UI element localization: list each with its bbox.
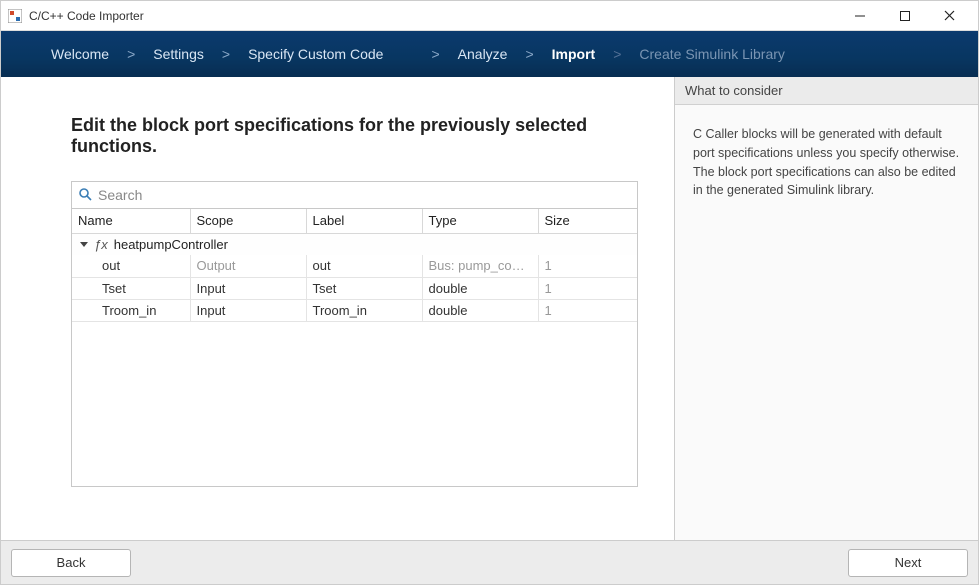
function-row[interactable]: ƒx heatpumpController bbox=[72, 233, 637, 255]
next-button[interactable]: Next bbox=[848, 549, 968, 577]
chevron-right-icon: > bbox=[431, 46, 439, 62]
search-icon bbox=[78, 187, 92, 204]
port-spec-table: Name Scope Label Type Size ƒx bbox=[71, 209, 638, 487]
table-row[interactable]: Troom_in Input Troom_in double 1 bbox=[72, 299, 637, 321]
main-area: Edit the block port specifications for t… bbox=[1, 77, 978, 540]
column-header-type[interactable]: Type bbox=[422, 209, 538, 233]
collapse-icon[interactable] bbox=[80, 242, 88, 247]
chevron-right-icon: > bbox=[127, 46, 135, 62]
content-pane: Edit the block port specifications for t… bbox=[1, 77, 674, 540]
search-input[interactable] bbox=[98, 187, 631, 203]
cell-label[interactable]: out bbox=[306, 255, 422, 277]
column-header-size[interactable]: Size bbox=[538, 209, 637, 233]
close-button[interactable] bbox=[927, 2, 972, 30]
table-row[interactable]: Tset Input Tset double 1 bbox=[72, 277, 637, 299]
breadcrumb-step-import[interactable]: Import bbox=[552, 46, 596, 62]
column-header-label[interactable]: Label bbox=[306, 209, 422, 233]
chevron-right-icon: > bbox=[613, 46, 621, 62]
minimize-button[interactable] bbox=[837, 2, 882, 30]
cell-label[interactable]: Tset bbox=[306, 277, 422, 299]
cell-name[interactable]: Tset bbox=[72, 277, 190, 299]
page-heading: Edit the block port specifications for t… bbox=[71, 115, 638, 157]
breadcrumb-step-create-library: Create Simulink Library bbox=[639, 46, 785, 62]
cell-type[interactable]: Bus: pump_control_b bbox=[422, 255, 538, 277]
app-icon bbox=[7, 8, 23, 24]
window-controls bbox=[837, 2, 972, 30]
cell-name[interactable]: Troom_in bbox=[72, 299, 190, 321]
table-row[interactable]: out Output out Bus: pump_control_b 1 bbox=[72, 255, 637, 277]
help-panel-body: C Caller blocks will be generated with d… bbox=[675, 105, 978, 220]
cell-scope[interactable]: Input bbox=[190, 299, 306, 321]
cell-name[interactable]: out bbox=[72, 255, 190, 277]
cell-size[interactable]: 1 bbox=[538, 299, 637, 321]
chevron-right-icon: > bbox=[222, 46, 230, 62]
window-titlebar: C/C++ Code Importer bbox=[1, 1, 978, 31]
cell-type[interactable]: double bbox=[422, 299, 538, 321]
cell-size[interactable]: 1 bbox=[538, 277, 637, 299]
chevron-right-icon: > bbox=[525, 46, 533, 62]
cell-size[interactable]: 1 bbox=[538, 255, 637, 277]
column-header-name[interactable]: Name bbox=[72, 209, 190, 233]
breadcrumb-step-settings[interactable]: Settings bbox=[153, 46, 204, 62]
breadcrumb-step-welcome[interactable]: Welcome bbox=[51, 46, 109, 62]
wizard-footer: Back Next bbox=[1, 540, 978, 584]
cell-label[interactable]: Troom_in bbox=[306, 299, 422, 321]
cell-scope[interactable]: Input bbox=[190, 277, 306, 299]
table-header-row: Name Scope Label Type Size bbox=[72, 209, 637, 233]
back-button[interactable]: Back bbox=[11, 549, 131, 577]
help-panel: What to consider C Caller blocks will be… bbox=[674, 77, 978, 540]
function-name: heatpumpController bbox=[114, 237, 228, 252]
cell-scope[interactable]: Output bbox=[190, 255, 306, 277]
cell-type[interactable]: double bbox=[422, 277, 538, 299]
search-bar[interactable] bbox=[71, 181, 638, 209]
column-header-scope[interactable]: Scope bbox=[190, 209, 306, 233]
breadcrumb-step-analyze[interactable]: Analyze bbox=[458, 46, 508, 62]
breadcrumb-step-specify-custom-code[interactable]: Specify Custom Code bbox=[248, 46, 383, 62]
wizard-breadcrumb: Welcome > Settings > Specify Custom Code… bbox=[1, 31, 978, 77]
window-title: C/C++ Code Importer bbox=[29, 9, 144, 23]
function-icon: ƒx bbox=[94, 237, 108, 252]
help-panel-title: What to consider bbox=[675, 77, 978, 105]
maximize-button[interactable] bbox=[882, 2, 927, 30]
